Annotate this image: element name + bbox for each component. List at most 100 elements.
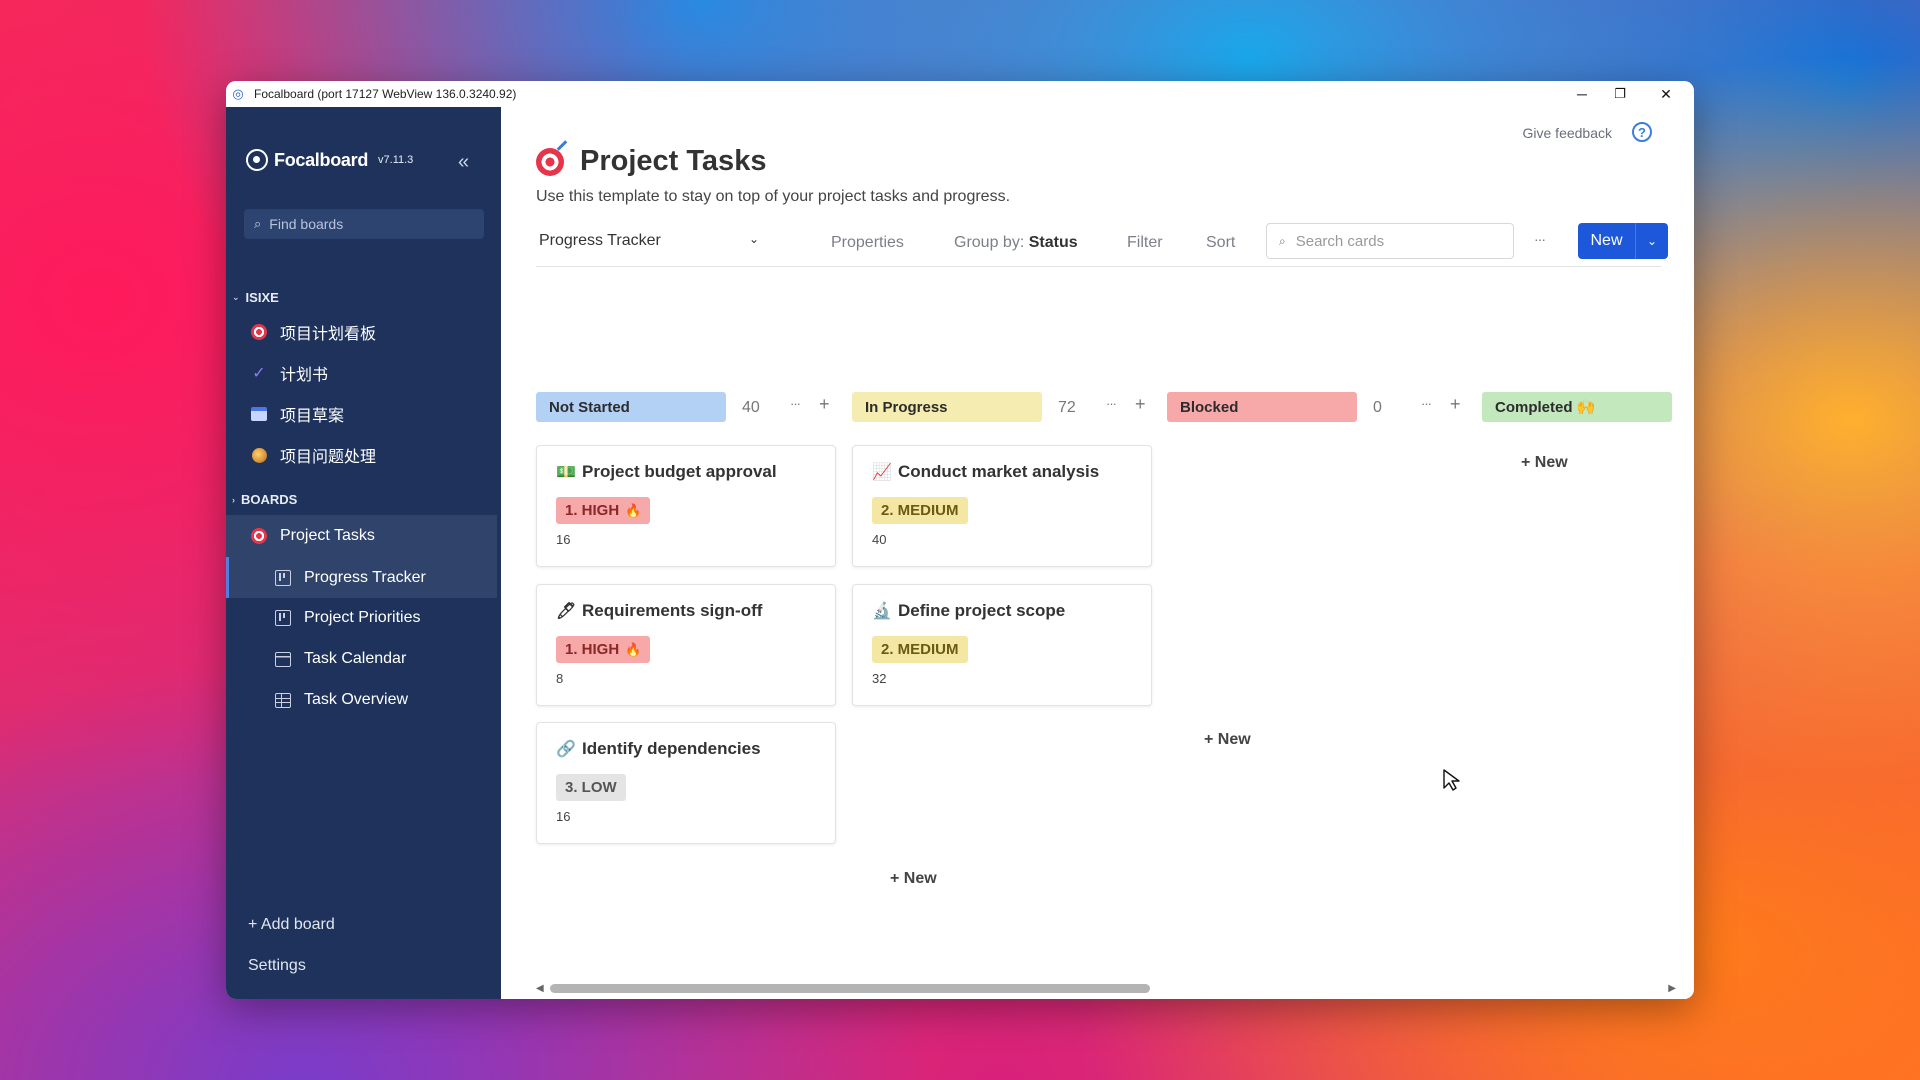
priority-label: 1. HIGH [565, 502, 620, 519]
sidebar-item-issues[interactable]: 项目问题处理 [226, 435, 496, 475]
brand: Focalboard v7.11.3 [246, 149, 413, 171]
chart-up-icon: 📈 [872, 464, 892, 481]
card-title: 🔬 Define project scope [872, 601, 1065, 621]
boards-section-label: BOARDS [241, 492, 298, 507]
card-value: 40 [872, 532, 887, 547]
column-options-icon[interactable]: ··· [790, 396, 801, 411]
priority-badge: 1. HIGH 🔥 [556, 497, 651, 524]
pen-icon: 🖊 [556, 603, 577, 620]
sidebar-view-progress-tracker[interactable]: Progress Tracker [226, 557, 497, 598]
microscope-icon: 🔬 [872, 603, 892, 620]
card[interactable]: 📈 Conduct market analysis 2. MEDIUM 40 [852, 445, 1152, 567]
card-title: 💵 Project budget approval [556, 462, 777, 482]
board-target-icon[interactable] [536, 147, 564, 176]
brand-name: Focalboard [274, 149, 369, 170]
column-label[interactable]: Not Started [536, 392, 726, 422]
add-new-card-not-started[interactable]: + New [890, 870, 937, 888]
target-icon [250, 323, 268, 341]
view-selector[interactable]: Progress Tracker ⌄ [539, 232, 759, 250]
scrollbar-thumb[interactable] [550, 984, 1150, 993]
add-new-card-blocked[interactable]: + New [1521, 454, 1568, 472]
filter-button[interactable]: Filter [1127, 234, 1163, 252]
column-options-icon[interactable]: ··· [1106, 396, 1117, 411]
scroll-right-icon[interactable]: ▶ [1668, 983, 1676, 994]
group-by-label: Group by: [954, 234, 1025, 251]
card-value: 16 [556, 532, 571, 547]
board-title: Project Tasks [536, 145, 766, 178]
sidebar-view-project-priorities[interactable]: Project Priorities [226, 598, 496, 638]
add-card-icon[interactable]: + [819, 394, 830, 415]
check-icon: ✓ [252, 365, 266, 382]
search-cards-input[interactable]: ⌕ Search cards [1266, 223, 1514, 259]
properties-button[interactable]: Properties [831, 234, 904, 252]
column-label[interactable]: Completed 🙌 [1482, 392, 1672, 422]
sidebar-view-label: Task Overview [304, 691, 409, 708]
version-label: v7.11.3 [378, 154, 414, 166]
sidebar-view-task-calendar[interactable]: Task Calendar [226, 639, 496, 679]
chevron-down-icon: ⌄ [749, 232, 760, 246]
column-options-icon[interactable]: ··· [1421, 396, 1432, 411]
card-title: 🔗 Identify dependencies [556, 739, 761, 759]
column-count: 72 [1058, 399, 1076, 416]
priority-badge: 2. MEDIUM [872, 636, 968, 663]
close-button[interactable]: ✕ [1640, 81, 1692, 107]
mouse-cursor-icon [1443, 769, 1460, 791]
window-title: Focalboard (port 17127 WebView 136.0.324… [254, 87, 517, 101]
sidebar-item-project-tasks[interactable]: Project Tasks [226, 515, 497, 557]
new-card-button[interactable]: New ⌄ [1578, 223, 1668, 259]
scroll-left-icon[interactable]: ◀ [536, 983, 544, 994]
sidebar-item-label: 项目草案 [280, 408, 345, 425]
help-icon[interactable]: ? [1632, 122, 1652, 142]
sidebar-view-label: Project Priorities [304, 609, 421, 626]
search-icon: ⌕ [254, 216, 262, 231]
flame-icon: 🔥 [625, 641, 642, 657]
priority-badge: 1. HIGH 🔥 [556, 636, 651, 663]
sort-button[interactable]: Sort [1206, 234, 1235, 252]
page-title[interactable]: Project Tasks [580, 145, 766, 178]
add-new-card-in-progress[interactable]: + New [1204, 731, 1251, 749]
card[interactable]: 🔬 Define project scope 2. MEDIUM 32 [852, 584, 1152, 706]
add-card-icon[interactable]: + [1135, 394, 1146, 415]
card-title-text: Identify dependencies [582, 739, 761, 758]
chevron-right-icon: › [232, 494, 235, 505]
sidebar-view-task-overview[interactable]: Task Overview [226, 680, 496, 720]
board-area: Give feedback ? Project Tasks Use this t… [501, 107, 1694, 999]
card[interactable]: 🖊 Requirements sign-off 1. HIGH 🔥 8 [536, 584, 836, 706]
board-description[interactable]: Use this template to stay on top of your… [536, 188, 1010, 206]
view-selector-label: Progress Tracker [539, 232, 661, 249]
sidebar-item-draft[interactable]: 项目草案 [226, 394, 496, 434]
priority-label: 1. HIGH [565, 641, 620, 658]
column-label[interactable]: Blocked [1167, 392, 1357, 422]
link-icon: 🔗 [556, 741, 576, 758]
settings-button[interactable]: Settings [226, 946, 496, 986]
new-card-label[interactable]: New [1578, 223, 1636, 259]
add-card-icon[interactable]: + [1450, 394, 1461, 415]
column-label[interactable]: In Progress [852, 392, 1042, 422]
app-window: ◎ Focalboard (port 17127 WebView 136.0.3… [226, 81, 1694, 999]
add-board-button[interactable]: + Add board [226, 905, 496, 945]
priority-badge: 2. MEDIUM [872, 497, 968, 524]
give-feedback-link[interactable]: Give feedback [1523, 125, 1613, 141]
priority-badge: 3. LOW [556, 774, 626, 801]
group-by-button[interactable]: Group by: Status [954, 234, 1078, 252]
sidebar-item-plan-book[interactable]: ✓ 计划书 [226, 353, 496, 393]
collapse-sidebar-icon[interactable]: « [458, 151, 469, 174]
workspace-section-header[interactable]: ⌄ ISIXE [232, 290, 279, 305]
money-icon: 💵 [556, 464, 576, 481]
sidebar-item-label: 项目问题处理 [280, 449, 377, 466]
card-title: 🖊 Requirements sign-off [556, 601, 762, 621]
card[interactable]: 💵 Project budget approval 1. HIGH 🔥 16 [536, 445, 836, 567]
find-boards-input[interactable]: ⌕ Find boards [244, 209, 484, 239]
boards-section-header[interactable]: › BOARDS [232, 492, 297, 507]
card-value: 16 [556, 809, 571, 824]
horizontal-scrollbar[interactable]: ◀ ▶ [536, 983, 1676, 994]
board-view-icon [274, 609, 292, 627]
find-boards-placeholder: Find boards [269, 216, 344, 232]
sidebar-item-plan-board[interactable]: 项目计划看板 [226, 312, 496, 352]
sidebar-item-label: Project Tasks [280, 527, 375, 544]
restore-button[interactable]: ❐ [1594, 81, 1646, 107]
more-options-icon[interactable]: ··· [1534, 231, 1546, 247]
card[interactable]: 🔗 Identify dependencies 3. LOW 16 [536, 722, 836, 844]
chevron-down-icon[interactable]: ⌄ [1636, 223, 1668, 259]
sidebar-view-label: Task Calendar [304, 650, 407, 667]
